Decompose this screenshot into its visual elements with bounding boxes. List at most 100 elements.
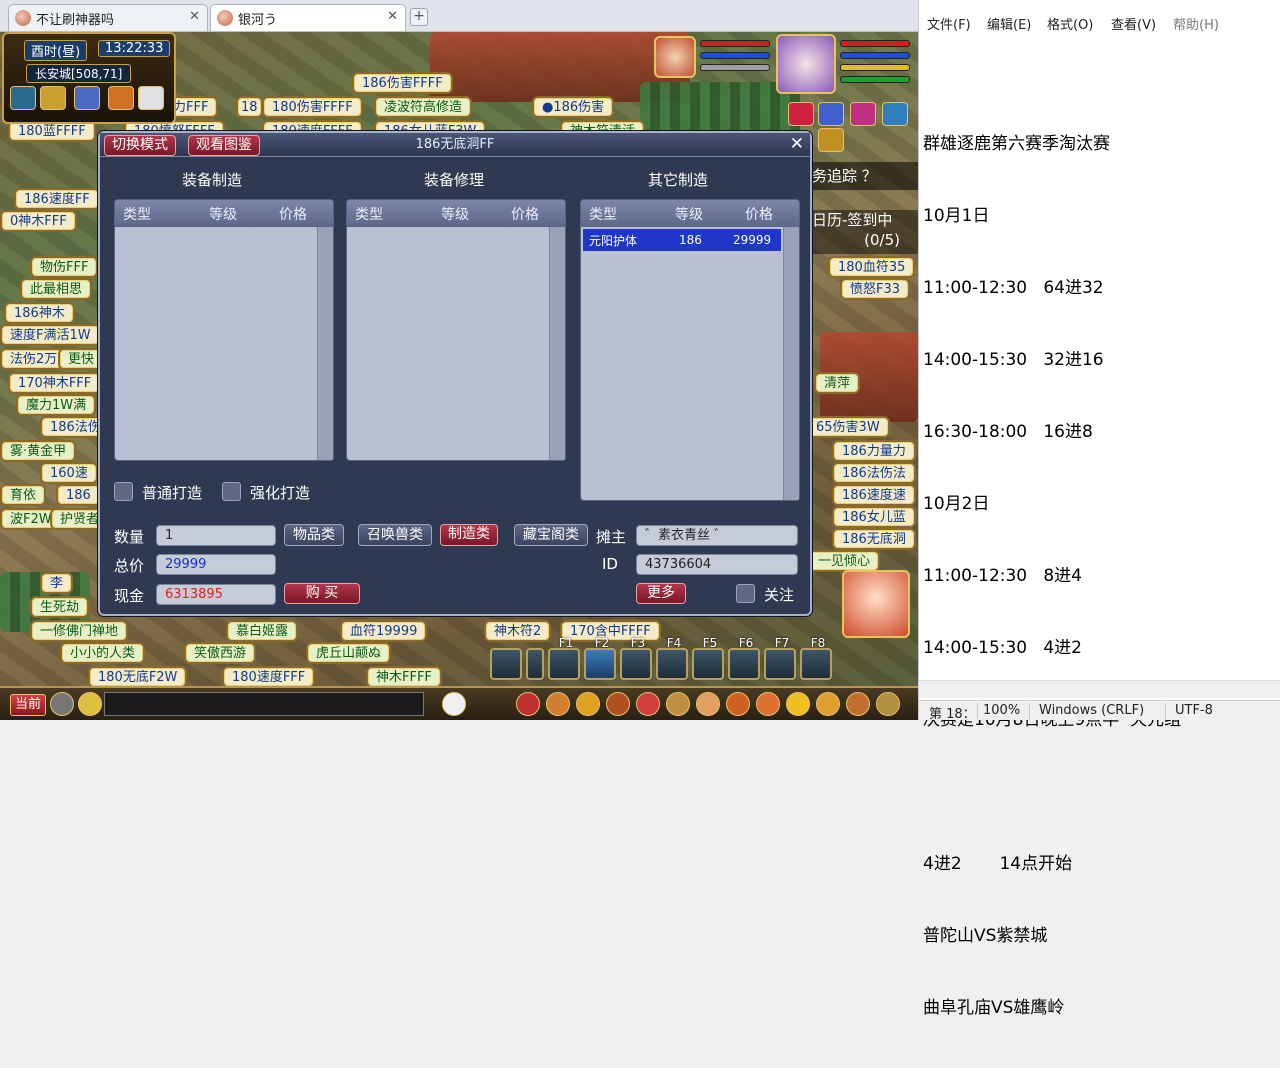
- stall-sign[interactable]: 180速度FFF: [222, 666, 316, 688]
- stall-sign[interactable]: 160速: [40, 462, 98, 484]
- stall-sign[interactable]: 186速度FF: [14, 188, 100, 210]
- quest-icon[interactable]: [666, 692, 690, 716]
- tab-1[interactable]: 不让刷神器吗 ✕: [8, 4, 208, 31]
- make-category-button[interactable]: 制造类: [440, 524, 498, 546]
- microphone-icon[interactable]: [50, 692, 74, 716]
- menu-help[interactable]: 帮助(H): [1173, 14, 1219, 33]
- coin-icon[interactable]: [576, 692, 600, 716]
- close-icon[interactable]: ✕: [790, 135, 804, 153]
- stall-sign[interactable]: 180伤害FFFF: [262, 96, 363, 118]
- stall-sign[interactable]: 186力量力: [832, 440, 916, 462]
- hotkey-slot[interactable]: F7: [764, 636, 796, 680]
- stall-sign[interactable]: 0神木FFF: [0, 210, 77, 232]
- hotkey-slot[interactable]: F1: [548, 636, 580, 680]
- menu-view[interactable]: 查看(V): [1111, 14, 1156, 33]
- system-icon[interactable]: [846, 692, 870, 716]
- new-tab-button[interactable]: +: [410, 8, 428, 26]
- stall-sign[interactable]: 育依: [0, 484, 47, 506]
- stall-sign[interactable]: 雾·黄金甲: [0, 440, 77, 462]
- buff-icon[interactable]: [818, 128, 844, 152]
- npc-portrait[interactable]: [842, 570, 910, 638]
- stall-sign[interactable]: 生死劫: [30, 596, 90, 618]
- notepad-text-area[interactable]: 群雄逐鹿第六赛季淘汰赛 10月1日 11:00-12:30 64进32 14:0…: [923, 84, 1181, 1068]
- emoji-icon[interactable]: [78, 692, 102, 716]
- view-gallery-button[interactable]: 观看图鉴: [188, 135, 260, 156]
- world-map-icon[interactable]: [74, 86, 100, 110]
- stall-sign[interactable]: 180血符35: [828, 256, 916, 278]
- stall-sign[interactable]: 小小的人类: [60, 642, 146, 664]
- stall-sign[interactable]: 血符19999: [340, 620, 428, 642]
- gift-icon[interactable]: [546, 692, 570, 716]
- stall-sign[interactable]: 虎丘山颠ぬ: [306, 642, 392, 664]
- other-make-list[interactable]: 类型 等级 价格 元阳护体 186 29999: [580, 199, 800, 501]
- stall-sign[interactable]: 慕白姬露: [226, 620, 299, 642]
- stall-sign[interactable]: 170神木FFF: [8, 372, 102, 394]
- tab-2[interactable]: 银河う ✕: [210, 4, 406, 31]
- buff-icon[interactable]: [850, 102, 876, 126]
- calendar-icon[interactable]: [138, 86, 164, 110]
- location-coords[interactable]: 长安城[508,71]: [26, 64, 132, 83]
- quest-tracker[interactable]: 务追踪 ？: [808, 162, 918, 190]
- hotkey-slot[interactable]: F8: [800, 636, 832, 680]
- stall-sign[interactable]: 186无底洞: [832, 528, 916, 550]
- activity-icon[interactable]: [786, 692, 810, 716]
- pets-category-button[interactable]: 召唤兽类: [358, 524, 432, 546]
- items-category-button[interactable]: 物品类: [284, 524, 344, 546]
- stall-sign[interactable]: 186速度速: [832, 484, 916, 506]
- team-icon[interactable]: [606, 692, 630, 716]
- stall-sign[interactable]: 速度F满活1W: [0, 324, 101, 346]
- stall-sign[interactable]: 清萍: [814, 372, 861, 394]
- stall-sign[interactable]: 一见倾心: [808, 550, 881, 572]
- stall-sign[interactable]: 186: [56, 484, 101, 506]
- pet-avatar[interactable]: [654, 36, 696, 78]
- hotkey-slot[interactable]: [490, 648, 522, 680]
- map-icon[interactable]: [10, 86, 36, 110]
- player-avatar[interactable]: [776, 34, 836, 94]
- chat-channel-button[interactable]: 当前: [10, 694, 47, 716]
- scrollbar[interactable]: [549, 227, 565, 460]
- stall-sign[interactable]: 魔力1W满: [16, 394, 97, 416]
- buy-button[interactable]: 购 买: [284, 583, 360, 604]
- quantity-input[interactable]: 1: [156, 525, 276, 546]
- menu-edit[interactable]: 编辑(E): [987, 14, 1031, 33]
- stall-sign[interactable]: 物伤FFF: [30, 256, 99, 278]
- guild-icon[interactable]: [726, 692, 750, 716]
- stall-sign[interactable]: 180无底F2W: [88, 666, 188, 688]
- equip-make-list[interactable]: 类型 等级 价格: [114, 199, 334, 461]
- treasure-icon[interactable]: [40, 86, 66, 110]
- switch-mode-button[interactable]: 切换模式: [104, 135, 176, 156]
- follow-checkbox[interactable]: [736, 584, 755, 603]
- hotkey-slot[interactable]: F3: [620, 636, 652, 680]
- equip-repair-list[interactable]: 类型 等级 价格: [346, 199, 566, 461]
- friend-icon[interactable]: [696, 692, 720, 716]
- horizontal-scrollbar[interactable]: [919, 680, 1280, 698]
- stall-sign[interactable]: 18: [236, 96, 263, 118]
- strong-forge-checkbox[interactable]: [222, 482, 241, 501]
- skill-icon[interactable]: [636, 692, 660, 716]
- game-viewport[interactable]: 186伤害FFFF 魔力FFF 180伤害FFFF 凌波符高修造 ●186伤害 …: [0, 32, 918, 720]
- pet-icon[interactable]: [442, 692, 466, 716]
- heart-icon[interactable]: [788, 102, 814, 126]
- buff-icon[interactable]: [882, 102, 908, 126]
- hotkey-scroll[interactable]: [526, 648, 544, 680]
- scrollbar[interactable]: [317, 227, 333, 460]
- menu-format[interactable]: 格式(O): [1047, 14, 1093, 33]
- stall-sign[interactable]: 186伤害FFFF: [352, 72, 453, 94]
- hotkey-slot[interactable]: F6: [728, 636, 760, 680]
- tab-close-icon[interactable]: ✕: [189, 9, 200, 24]
- stall-sign[interactable]: 神木FFFF: [366, 666, 442, 688]
- stall-sign[interactable]: 凌波符高修造: [374, 96, 473, 118]
- stall-sign[interactable]: 186女儿蓝: [832, 506, 916, 528]
- stall-sign[interactable]: 李: [40, 572, 74, 594]
- table-row[interactable]: 元阳护体 186 29999: [583, 229, 781, 251]
- hotkey-slot[interactable]: F4: [656, 636, 688, 680]
- normal-forge-checkbox[interactable]: [114, 482, 133, 501]
- settings-icon[interactable]: [876, 692, 900, 716]
- chat-input[interactable]: [104, 692, 424, 716]
- stall-sign[interactable]: 愤怒F33: [840, 278, 911, 300]
- stall-sign[interactable]: ●186伤害: [532, 96, 615, 118]
- stall-sign[interactable]: 此最相思: [20, 278, 93, 300]
- bag-icon[interactable]: [516, 692, 540, 716]
- gem-icon[interactable]: [818, 102, 844, 126]
- stall-sign[interactable]: 65伤害3W: [806, 416, 890, 438]
